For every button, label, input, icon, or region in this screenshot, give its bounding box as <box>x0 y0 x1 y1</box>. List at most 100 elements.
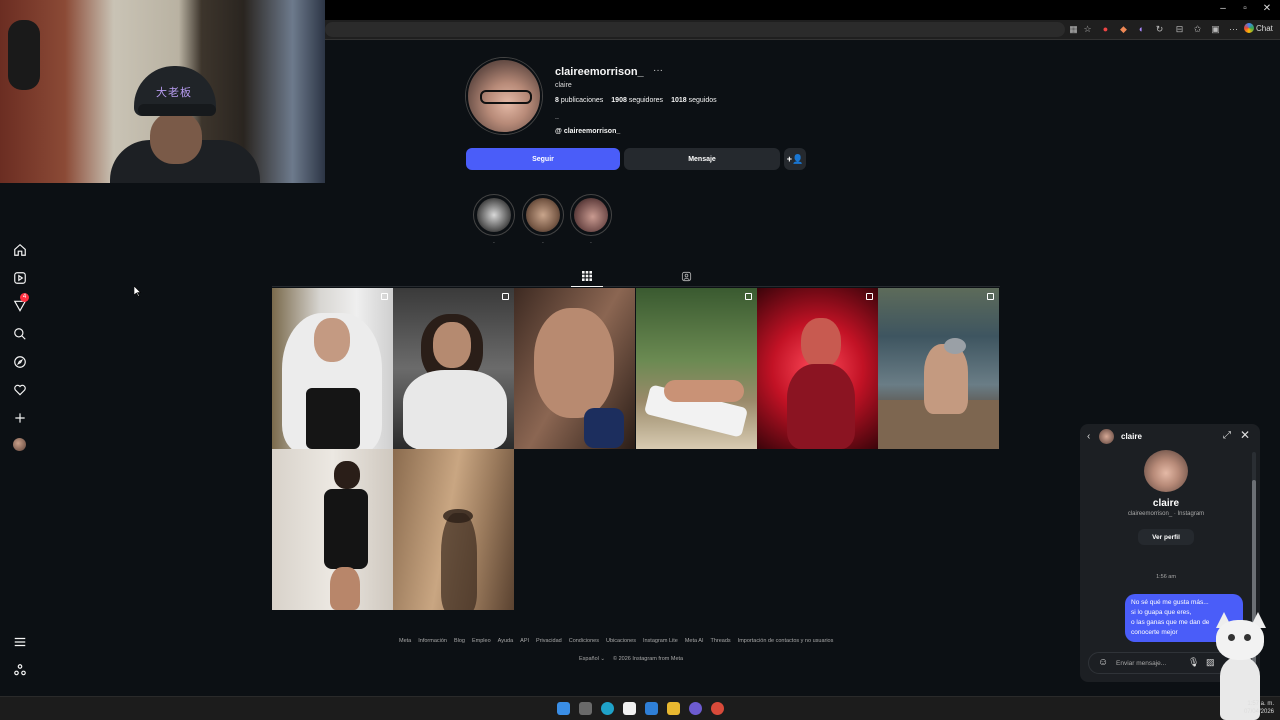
extension-purple-icon[interactable]: ◐ <box>1136 24 1147 35</box>
mail-icon[interactable] <box>645 702 658 715</box>
message-input-placeholder: Enviar mensaje... <box>1116 660 1167 667</box>
close-icon[interactable]: ✕ <box>1240 428 1250 442</box>
create-icon[interactable] <box>12 410 28 426</box>
menu-icon[interactable] <box>12 634 28 650</box>
taskbar <box>0 696 1280 720</box>
minimize-button[interactable]: – <box>1212 3 1234 14</box>
favorite-star-icon[interactable]: ☆ <box>1082 24 1093 35</box>
footer-link[interactable]: Meta <box>399 638 411 644</box>
post-thumbnail[interactable] <box>757 288 878 449</box>
followers-stat[interactable]: 1908 seguidores <box>611 97 663 104</box>
back-arrow-icon[interactable]: ‹ <box>1087 431 1090 442</box>
footer-link[interactable]: Importación de contactos y no usuarios <box>738 638 834 644</box>
footer-link[interactable]: API <box>520 638 529 644</box>
post-thumbnail[interactable] <box>272 288 393 449</box>
footer-link[interactable]: Meta AI <box>685 638 704 644</box>
carousel-icon <box>987 293 994 300</box>
refresh-extension-icon[interactable]: ↻ <box>1154 24 1165 35</box>
start-icon[interactable] <box>557 702 570 715</box>
cap-text: 大老板 <box>156 87 192 99</box>
extension-red-icon[interactable]: ● <box>1100 24 1111 35</box>
footer-link[interactable]: Blog <box>454 638 465 644</box>
emoji-icon[interactable]: ☺ <box>1098 657 1108 668</box>
message-button[interactable]: Mensaje <box>624 148 780 170</box>
file-explorer-icon[interactable] <box>667 702 680 715</box>
chat-header-avatar[interactable] <box>1099 429 1114 444</box>
threads-link[interactable]: @ claireemorrison_ <box>555 128 620 135</box>
chat-profile-avatar <box>1144 450 1188 492</box>
cap-brim <box>138 104 216 116</box>
store-icon[interactable] <box>623 702 636 715</box>
threads-handle: claireemorrison_ <box>563 128 621 135</box>
post-thumbnail[interactable] <box>393 449 514 610</box>
chat-profile-subtitle: claireemorrison_ · Instagram <box>1127 511 1205 517</box>
chevron-down-icon: ⌄ <box>600 656 606 662</box>
highlight-2[interactable] <box>522 194 564 236</box>
tab-tagged[interactable] <box>670 266 702 287</box>
post-thumbnail[interactable] <box>514 288 635 449</box>
footer-link[interactable]: Privacidad <box>536 638 562 644</box>
post-thumbnail[interactable] <box>393 288 514 449</box>
maximize-button[interactable]: ▫ <box>1234 3 1256 14</box>
follow-button[interactable]: Seguir <box>466 148 620 170</box>
footer-link[interactable]: Ayuda <box>498 638 514 644</box>
highlight-3[interactable] <box>570 194 612 236</box>
expand-icon[interactable]: ⤢ <box>1223 430 1231 441</box>
post-thumbnail[interactable] <box>636 288 757 449</box>
notifications-icon[interactable]: 4 <box>12 293 29 314</box>
more-options-icon[interactable]: ··· <box>653 65 663 76</box>
footer-link[interactable]: Threads <box>710 638 730 644</box>
heart-icon[interactable] <box>12 382 28 398</box>
chat-label: Chat <box>1256 23 1273 33</box>
tab-posts[interactable] <box>571 266 603 287</box>
favorites-icon[interactable]: ✩ <box>1192 24 1203 35</box>
glasses <box>480 90 532 104</box>
post-thumbnail[interactable] <box>878 288 999 449</box>
footer-bottom: Español ⌄ © 2026 Instagram from Meta <box>579 656 683 662</box>
footer-link[interactable]: Información <box>418 638 447 644</box>
threads-icon: @ <box>555 128 562 135</box>
collections-icon[interactable]: ▣ <box>1210 24 1221 35</box>
task-view-icon[interactable] <box>579 702 592 715</box>
highlight-label: . <box>590 239 592 245</box>
microphone-icon[interactable]: 🎙 <box>1188 657 1199 668</box>
explore-icon[interactable] <box>12 354 28 370</box>
add-user-icon[interactable]: +👤 <box>784 148 806 170</box>
profile-picture[interactable] <box>466 58 542 134</box>
following-stat[interactable]: 1018 seguidos <box>671 97 717 104</box>
cat-head <box>1216 620 1264 660</box>
language-select[interactable]: Español ⌄ <box>579 656 605 662</box>
footer-link[interactable]: Empleo <box>472 638 491 644</box>
search-icon[interactable] <box>12 326 28 342</box>
profile-full-name: claire <box>555 82 572 89</box>
close-window-button[interactable]: ✕ <box>1256 3 1278 14</box>
also-from-meta-icon[interactable] <box>12 662 28 678</box>
footer-link[interactable]: Condiciones <box>569 638 599 644</box>
footer-link[interactable]: Ubicaciones <box>606 638 636 644</box>
extension-orange-icon[interactable]: ◆ <box>1118 24 1129 35</box>
footer-link[interactable]: Instagram Lite <box>643 638 678 644</box>
more-menu-icon[interactable]: ⋯ <box>1228 24 1239 35</box>
profile-stats: 8 publicaciones 1908 seguidores 1018 seg… <box>555 97 717 104</box>
chrome-icon[interactable] <box>711 702 724 715</box>
person-face <box>150 112 202 164</box>
address-bar[interactable] <box>325 22 1065 37</box>
highlight-label: . <box>542 239 544 245</box>
chat-header-name[interactable]: claire <box>1121 432 1142 441</box>
edge-icon[interactable] <box>601 702 614 715</box>
tab-icon[interactable]: ▦ <box>1068 24 1079 35</box>
home-icon[interactable] <box>12 242 28 258</box>
post-thumbnail[interactable] <box>272 449 393 610</box>
microphone <box>8 20 40 90</box>
copilot-chat-button[interactable]: Chat <box>1244 23 1273 33</box>
carousel-icon <box>502 293 509 300</box>
cat-eye <box>1228 634 1235 641</box>
reels-icon[interactable] <box>12 270 28 286</box>
copilot-icon <box>1244 23 1254 33</box>
view-profile-button[interactable]: Ver perfil <box>1138 529 1194 545</box>
profile-avatar[interactable] <box>13 438 26 451</box>
highlight-1[interactable] <box>473 194 515 236</box>
messenger-icon[interactable] <box>689 702 702 715</box>
clock-time: 1:57 a. m. <box>1247 701 1274 707</box>
split-icon[interactable]: ⊟ <box>1174 24 1185 35</box>
